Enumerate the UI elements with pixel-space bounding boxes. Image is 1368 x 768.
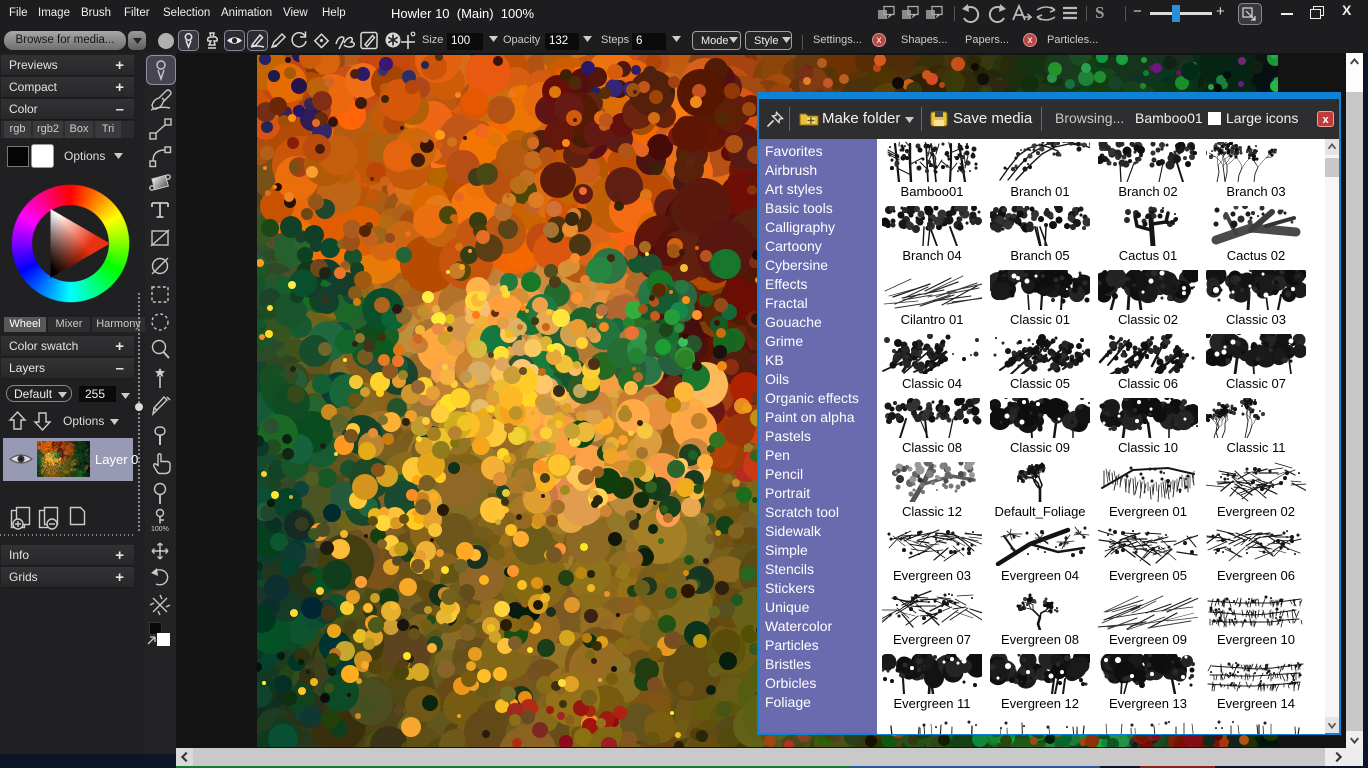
svg-text:100%: 100% <box>151 526 169 533</box>
